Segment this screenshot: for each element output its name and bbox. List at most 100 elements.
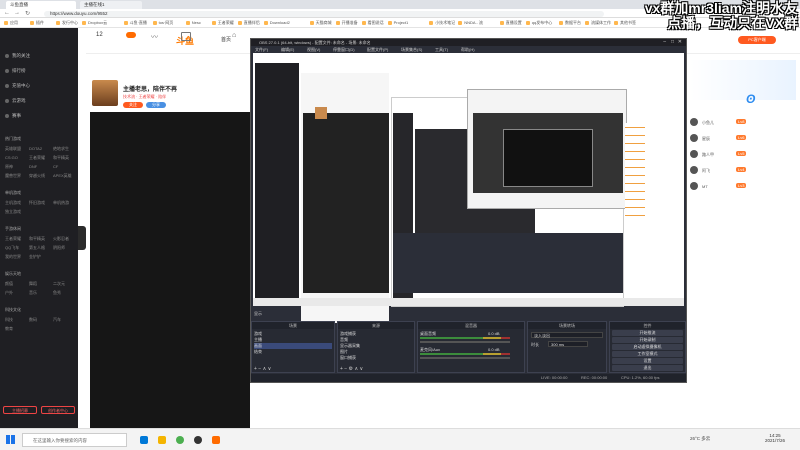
reload-icon[interactable]: ↻ (25, 10, 30, 17)
bookmark-item[interactable]: 看图说话 (362, 20, 384, 26)
calendar-icon[interactable] (181, 32, 191, 41)
sidebar-category-link[interactable]: 教育 (5, 326, 13, 332)
bookmark-item[interactable]: Download2 (264, 20, 290, 26)
start-recording-button[interactable]: 开始录制 (612, 337, 683, 343)
user-avatar[interactable] (690, 118, 698, 126)
bookmark-item[interactable]: NNDA - 流 (458, 20, 483, 26)
bookmark-item[interactable]: 天猫商城 (310, 20, 332, 26)
bookmark-item[interactable]: 王者荣耀 (212, 20, 234, 26)
bookmark-item[interactable]: 斗鱼·直播 (124, 20, 147, 26)
pc-client-button[interactable]: PC客户端 (738, 36, 776, 44)
bookmark-item[interactable]: tos·网页 (153, 20, 174, 26)
streamer-avatar[interactable] (92, 80, 118, 106)
sidebar-category-link[interactable]: 王者荣耀 (29, 155, 45, 161)
sidebar-category-link[interactable]: 汽车 (53, 317, 61, 323)
explorer-icon[interactable] (158, 436, 166, 444)
bookmark-item[interactable]: 数据平台 (559, 20, 581, 26)
sidebar-category-link[interactable]: 火影忍者 (53, 236, 69, 242)
sidebar-category-link[interactable]: 颜值 (5, 281, 13, 287)
back-icon[interactable]: ← (4, 10, 10, 16)
exit-button[interactable]: 退出 (612, 365, 683, 371)
sidebar-category-link[interactable]: 数码 (29, 317, 37, 323)
gift-icon[interactable]: ⌂ (232, 32, 236, 39)
nav-home[interactable]: 首页 (221, 36, 231, 43)
recruit-button[interactable]: 主播招募 (3, 406, 37, 414)
sidebar-category-link[interactable]: 户外 (5, 290, 13, 296)
sidebar-item-rank[interactable]: 排行榜 (5, 68, 26, 74)
studio-mode-button[interactable]: 工作室模式 (612, 351, 683, 357)
sidebar-category-link[interactable]: 王者荣耀 (5, 236, 21, 242)
chrome-icon[interactable] (176, 436, 184, 444)
scene-item[interactable]: 结束 (254, 349, 262, 355)
taskview-icon[interactable] (140, 436, 148, 444)
sidebar-category-link[interactable]: APEX英雄 (53, 173, 72, 179)
sidebar-category-link[interactable]: 英雄联盟 (5, 146, 21, 152)
sidebar-category-link[interactable]: 怀旧游戏 (29, 200, 45, 206)
virtual-camera-button[interactable]: 启动虚拟摄像机 (612, 344, 683, 350)
volume-slider[interactable] (420, 357, 510, 359)
sidebar-category-link[interactable]: 单机热游 (53, 200, 69, 206)
bookmark-item[interactable]: 直播伴侣 (238, 20, 260, 26)
obs-preview[interactable] (253, 53, 684, 323)
bookmark-item[interactable]: Project1 (388, 20, 409, 26)
sidebar-category-link[interactable]: DOTA2 (29, 146, 42, 151)
bookmark-item[interactable]: qq发布中心 (526, 20, 552, 26)
sidebar-category-link[interactable]: 主机游戏 (5, 200, 21, 206)
sidebar-category-link[interactable]: 原神 (5, 164, 13, 170)
bookmark-item[interactable]: 发行中心 (56, 20, 78, 26)
sidebar-item-recharge[interactable]: 充值中心 (5, 83, 30, 89)
bookmark-item[interactable]: 开播准备 (336, 20, 358, 26)
taskbar-search[interactable]: 在这里输入你要搜索的内容 (22, 433, 127, 447)
duration-input[interactable]: 300 ms (548, 341, 588, 347)
sidebar-category-link[interactable]: CS:GO (5, 155, 18, 160)
url-field[interactable]: https://www.douyu.com/9552 (44, 11, 604, 17)
scene-add-icon[interactable]: + − ∧ ∨ (254, 366, 271, 372)
bookmark-item[interactable]: 直播设置 (500, 20, 522, 26)
maximize-icon[interactable]: □ (671, 39, 674, 45)
source-item[interactable]: 窗口捕获 (340, 355, 356, 361)
sidebar-category-link[interactable]: CF (53, 164, 58, 169)
sidebar-item-esports[interactable]: 赛事 (5, 113, 21, 119)
sidebar-category-link[interactable]: 和平精英 (53, 155, 69, 161)
follow-button[interactable]: 关注 (123, 102, 143, 108)
sidebar-category-link[interactable]: QQ飞车 (5, 245, 19, 251)
sidebar-category-link[interactable]: 绝地求生 (53, 146, 69, 152)
settings-button[interactable]: 设置 (612, 358, 683, 364)
user-avatar[interactable] (690, 150, 698, 158)
browser-tab-1[interactable]: 主播在线1 (80, 1, 142, 9)
close-icon[interactable]: ✕ (678, 39, 682, 45)
volume-slider[interactable] (420, 341, 510, 343)
user-avatar[interactable] (690, 134, 698, 142)
bookmark-item[interactable]: Nesc (186, 20, 201, 26)
game-icon[interactable] (126, 32, 136, 38)
sidebar-category-link[interactable]: 独立游戏 (5, 209, 21, 215)
douyu-icon[interactable] (212, 436, 220, 444)
sidebar-item-follow[interactable]: 我的关注 (5, 53, 30, 59)
forward-icon[interactable]: → (14, 10, 20, 16)
source-add-icon[interactable]: + − ⚙ ∧ ∨ (340, 366, 363, 372)
bookmark-item[interactable]: 其他书签 (614, 20, 636, 26)
sidebar-category-link[interactable]: DNF (29, 164, 37, 169)
promo-banner[interactable] (690, 60, 796, 100)
scene-item[interactable]: 画面 (254, 343, 332, 349)
start-streaming-button[interactable]: 开始推流 (612, 330, 683, 336)
bookmark-item[interactable]: Dropbox云 (82, 20, 107, 26)
sidebar-collapse-handle[interactable] (78, 226, 86, 250)
sidebar-category-link[interactable]: 金铲铲 (29, 254, 41, 260)
user-avatar[interactable] (690, 166, 698, 174)
bookmark-item[interactable]: 插件 (30, 20, 44, 26)
windows-start-icon[interactable] (6, 435, 15, 444)
bookmark-item[interactable]: 应用 (4, 20, 18, 26)
sidebar-category-link[interactable]: 二次元 (53, 281, 65, 287)
creator-center-button[interactable]: 创作者中心 (41, 406, 75, 414)
bookmark-item[interactable]: 小技术笔记 (429, 20, 455, 26)
sidebar-category-link[interactable]: 第五人格 (29, 245, 45, 251)
sidebar-category-link[interactable]: 和平精英 (29, 236, 45, 242)
user-avatar[interactable] (690, 182, 698, 190)
transition-select[interactable]: 淡入淡出 (531, 332, 603, 338)
share-button[interactable]: 分享 (146, 102, 166, 108)
bookmark-item[interactable]: 流媒体工作 (585, 20, 611, 26)
sidebar-category-link[interactable]: 阴阳师 (53, 245, 65, 251)
weather[interactable]: 26°C 多云 (690, 436, 710, 442)
minimize-icon[interactable]: – (663, 39, 666, 45)
